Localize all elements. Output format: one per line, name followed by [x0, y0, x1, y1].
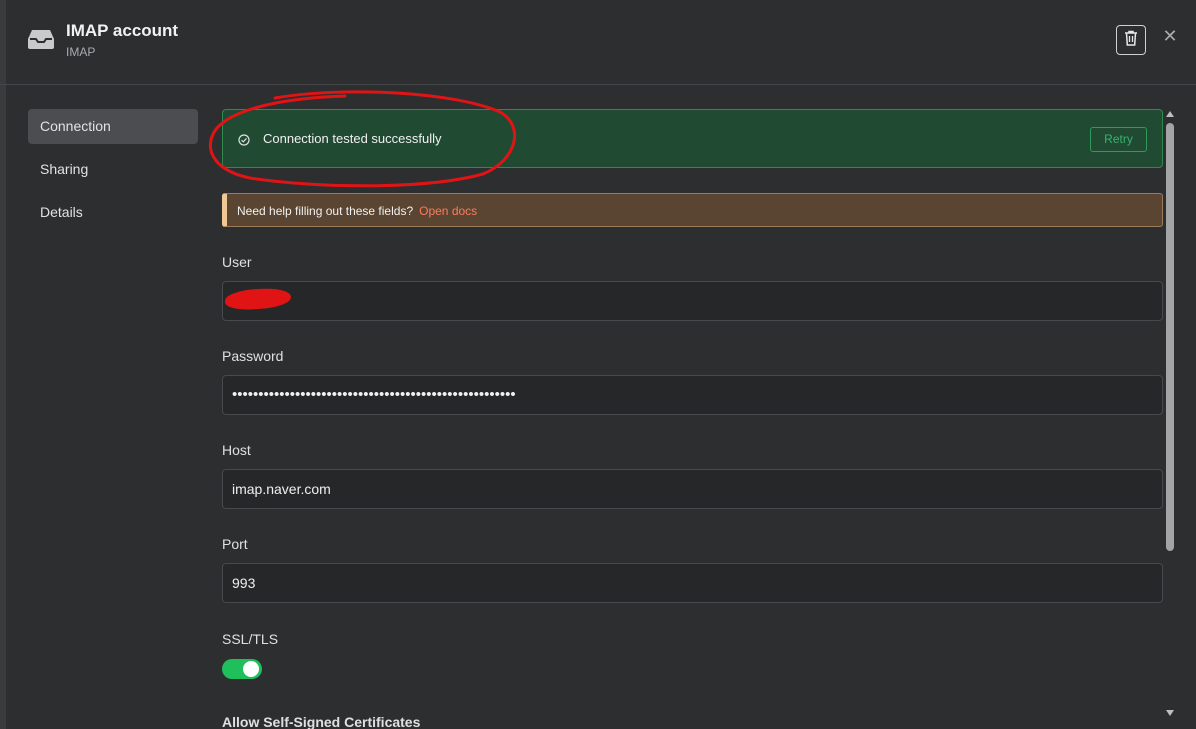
- allow-self-signed-label: Allow Self-Signed Certificates: [222, 714, 421, 729]
- inbox-tray-icon: [27, 28, 55, 50]
- help-banner: Need help filling out these fields? Open …: [222, 193, 1163, 227]
- close-icon: ✕: [1162, 26, 1178, 46]
- password-label: Password: [222, 348, 284, 364]
- help-text: Need help filling out these fields? Open …: [237, 204, 477, 218]
- trash-icon: [1124, 30, 1138, 51]
- delete-credential-button[interactable]: [1116, 25, 1146, 55]
- scroll-down-arrow-icon[interactable]: [1166, 710, 1174, 716]
- connection-panel: Connection tested successfully Retry Nee…: [222, 109, 1163, 729]
- host-label: Host: [222, 442, 251, 458]
- toggle-knob: [243, 661, 259, 677]
- modal-header: IMAP account IMAP ✕: [0, 0, 1196, 85]
- sidebar-item-connection[interactable]: Connection: [28, 109, 198, 144]
- content-scrollbar[interactable]: [1163, 109, 1177, 721]
- host-input[interactable]: [222, 469, 1163, 509]
- sidebar-item-sharing[interactable]: Sharing: [28, 152, 198, 187]
- check-circle-icon: [238, 133, 250, 146]
- modal-title: IMAP account: [66, 21, 179, 40]
- retry-button[interactable]: Retry: [1090, 127, 1147, 152]
- connection-success-banner: Connection tested successfully Retry: [222, 109, 1163, 168]
- help-question: Need help filling out these fields?: [237, 204, 414, 218]
- user-field-wrapper: [222, 281, 1163, 321]
- port-input[interactable]: [222, 563, 1163, 603]
- background-window-edge: [0, 0, 6, 729]
- open-docs-link[interactable]: Open docs: [419, 204, 477, 218]
- close-button[interactable]: ✕: [1160, 26, 1180, 46]
- port-label: Port: [222, 536, 248, 552]
- ssl-tls-label: SSL/TLS: [222, 631, 279, 647]
- user-label: User: [222, 254, 252, 270]
- ssl-tls-toggle[interactable]: [222, 659, 262, 679]
- password-input[interactable]: ••••••••••••••••••••••••••••••••••••••••…: [222, 375, 1163, 415]
- modal-subtitle: IMAP: [66, 45, 96, 59]
- scroll-thumb[interactable]: [1166, 123, 1174, 551]
- settings-sidebar: Connection Sharing Details: [28, 109, 198, 238]
- user-input[interactable]: [222, 281, 1163, 321]
- scroll-up-arrow-icon[interactable]: [1166, 111, 1174, 117]
- success-message: Connection tested successfully: [263, 131, 442, 146]
- sidebar-item-details[interactable]: Details: [28, 195, 198, 230]
